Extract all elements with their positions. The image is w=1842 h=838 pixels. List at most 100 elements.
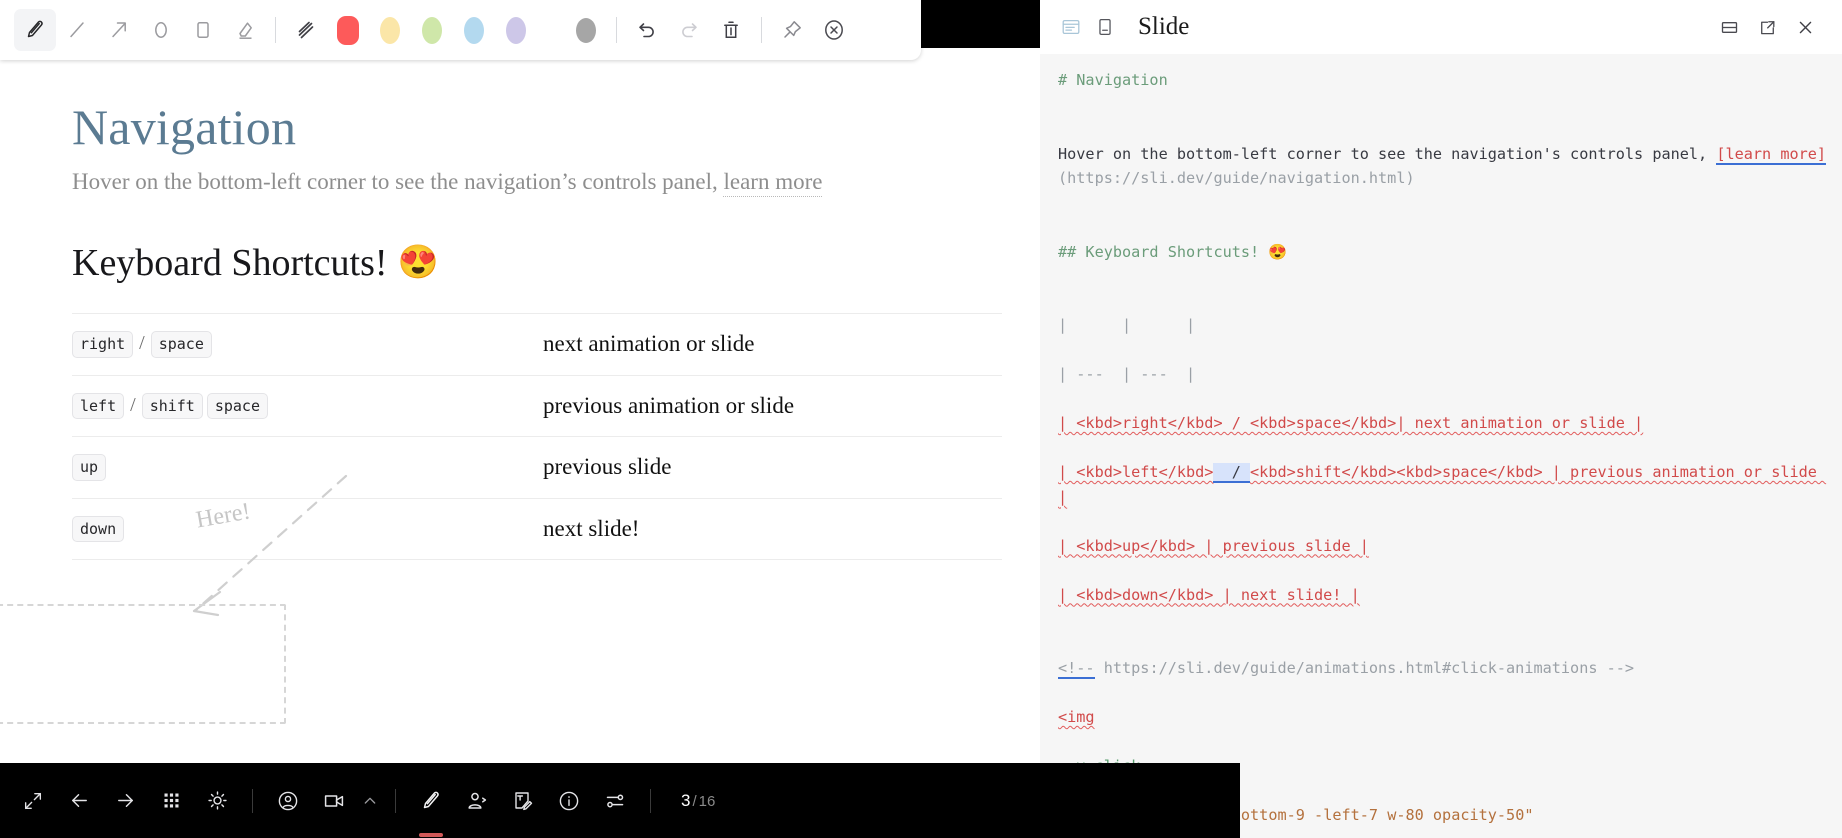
color-swatch-yellow bbox=[380, 16, 400, 44]
total-page-count: 16 bbox=[698, 792, 716, 810]
color-yellow[interactable] bbox=[369, 9, 411, 51]
clear-button[interactable] bbox=[710, 9, 752, 51]
code-table-row-2-part1: | <kbd>left</kbd> bbox=[1058, 463, 1214, 481]
line-tool[interactable] bbox=[56, 9, 98, 51]
split-horizontal-icon bbox=[1721, 21, 1737, 33]
code-selection: / bbox=[1213, 463, 1251, 483]
slide-editor-panel: Slide # Navigation Hover on the bottom-l… bbox=[1040, 0, 1842, 838]
close-circle-icon bbox=[825, 20, 843, 40]
close-panel-button[interactable] bbox=[1786, 8, 1824, 46]
ellipse-icon bbox=[155, 22, 167, 38]
color-swatch-gray bbox=[576, 17, 596, 43]
code-table-row-1: | <kbd>right</kbd> / <kbd>space</kbd>| n… bbox=[1058, 414, 1644, 432]
nav-divider bbox=[395, 788, 396, 813]
slide-page-icon bbox=[1099, 19, 1111, 35]
code-table-row-3: | <kbd>up</kbd> | previous slide | bbox=[1058, 536, 1369, 555]
line-icon bbox=[70, 22, 84, 38]
undo-icon bbox=[639, 23, 654, 38]
kbd-key: space bbox=[206, 392, 268, 419]
kbd-key: down bbox=[72, 515, 125, 542]
editor-header: Slide bbox=[1040, 0, 1842, 54]
rectangle-tool[interactable] bbox=[182, 9, 224, 51]
arrow-right-icon bbox=[117, 794, 133, 807]
page-title: Navigation bbox=[72, 99, 297, 155]
color-red[interactable] bbox=[327, 9, 369, 51]
code-heading-2: ## Keyboard Shortcuts! 😍 bbox=[1058, 242, 1288, 261]
page-indicator[interactable]: 3 / 16 bbox=[681, 791, 715, 811]
notes-button[interactable] bbox=[500, 778, 546, 824]
stroke-style-icon bbox=[298, 21, 314, 39]
page-title: Slide bbox=[1138, 13, 1190, 40]
nav-divider bbox=[252, 788, 253, 813]
toolbar-divider bbox=[616, 17, 617, 43]
camera-options-button[interactable] bbox=[357, 781, 383, 821]
navigation-controls-hint-box bbox=[0, 604, 286, 724]
info-button[interactable] bbox=[546, 778, 592, 824]
color-swatch-red bbox=[337, 15, 359, 45]
learn-more-link[interactable]: learn more bbox=[723, 169, 823, 197]
split-layout-button[interactable] bbox=[1710, 8, 1748, 46]
eraser-tool[interactable] bbox=[224, 9, 266, 51]
nav-divider bbox=[650, 788, 651, 813]
stroke-style-button[interactable] bbox=[285, 9, 327, 51]
dark-mode-button[interactable] bbox=[194, 778, 240, 824]
markdown-code-editor[interactable]: # Navigation Hover on the bottom-left co… bbox=[1040, 54, 1842, 838]
kbd-combo: shift space bbox=[141, 392, 268, 419]
settings-button[interactable] bbox=[592, 778, 638, 824]
code-link-url: (https://sli.dev/guide/navigation.html) bbox=[1058, 169, 1415, 187]
code-paragraph-text: Hover on the bottom-left corner to see t… bbox=[1058, 144, 1717, 163]
pin-icon bbox=[784, 21, 801, 38]
external-link-icon bbox=[1760, 20, 1774, 34]
app-root: Navigation Hover on the bottom-left corn… bbox=[0, 0, 1842, 838]
code-comment-body: https://sli.dev/guide/animations.html#cl… bbox=[1094, 659, 1635, 677]
info-circle-icon bbox=[559, 791, 579, 810]
pen-icon bbox=[423, 791, 439, 808]
code-table-header: | | | bbox=[1058, 316, 1196, 334]
toolbar-divider bbox=[761, 17, 762, 43]
presenter-avatar-button[interactable] bbox=[265, 778, 311, 824]
toolbar-divider bbox=[275, 17, 276, 43]
slide-subtitle: Hover on the bottom-left corner to see t… bbox=[72, 169, 1180, 197]
code-table-divider: | --- | --- | bbox=[1058, 365, 1196, 383]
rectangle-icon bbox=[197, 22, 209, 38]
close-drawing-button[interactable] bbox=[813, 9, 855, 51]
color-swatch-blue bbox=[464, 16, 484, 44]
drawing-button[interactable] bbox=[408, 778, 454, 837]
pen-tool[interactable] bbox=[14, 9, 56, 51]
drawing-toolbar bbox=[0, 0, 921, 60]
color-gray[interactable] bbox=[565, 9, 607, 51]
redo-button[interactable] bbox=[668, 9, 710, 51]
ellipse-tool[interactable] bbox=[140, 9, 182, 51]
slide-note-button[interactable] bbox=[1088, 10, 1122, 44]
next-slide-button[interactable] bbox=[102, 778, 148, 824]
presenter-mode-button[interactable] bbox=[454, 778, 500, 824]
shortcut-description-cell: previous slide bbox=[543, 454, 672, 480]
panel-toggle-button[interactable] bbox=[1054, 10, 1088, 44]
color-swatch-green bbox=[422, 16, 442, 44]
expand-icon bbox=[24, 792, 42, 809]
color-blue[interactable] bbox=[453, 9, 495, 51]
chevron-up-icon bbox=[364, 797, 376, 804]
pin-button[interactable] bbox=[771, 9, 813, 51]
open-external-button[interactable] bbox=[1748, 8, 1786, 46]
close-icon bbox=[1799, 21, 1811, 33]
color-purple[interactable] bbox=[495, 9, 537, 51]
redo-icon bbox=[682, 23, 697, 38]
note-edit-icon bbox=[515, 791, 533, 810]
grid-icon bbox=[164, 793, 178, 808]
camera-button[interactable] bbox=[311, 778, 357, 824]
user-circle-icon bbox=[278, 791, 298, 810]
prev-slide-button[interactable] bbox=[56, 778, 102, 824]
code-link-label: [learn more] bbox=[1716, 144, 1827, 165]
shortcut-keys-cell: right / space bbox=[72, 314, 537, 376]
current-page-number: 3 bbox=[681, 790, 691, 810]
arrow-tool[interactable] bbox=[98, 9, 140, 51]
slide-subtitle-text: Hover on the bottom-left corner to see t… bbox=[72, 169, 724, 194]
undo-button[interactable] bbox=[626, 9, 668, 51]
trash-icon bbox=[724, 21, 738, 39]
code-img-tag-open: <img bbox=[1058, 708, 1095, 726]
fullscreen-button[interactable] bbox=[10, 778, 56, 824]
slide-heading-2: Keyboard Shortcuts! 😍 bbox=[72, 241, 1180, 285]
slide-overview-button[interactable] bbox=[148, 778, 194, 824]
color-green[interactable] bbox=[411, 9, 453, 51]
